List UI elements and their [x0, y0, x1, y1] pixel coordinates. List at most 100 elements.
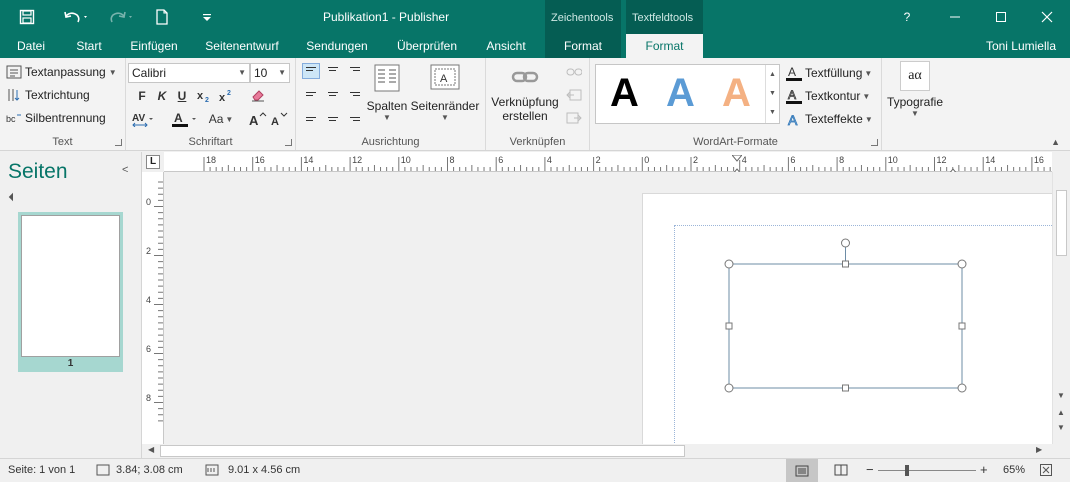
chevron-down-icon[interactable]: ▼ — [278, 64, 286, 82]
silbentrennung-button[interactable]: bc Silbentrennung — [6, 110, 106, 126]
first-line-indent-marker[interactable] — [730, 152, 744, 162]
gallery-up-icon[interactable]: ▲ — [766, 65, 779, 84]
next-page-icon[interactable]: ▼ — [1057, 423, 1065, 432]
underline-button[interactable]: U — [172, 87, 192, 105]
new-document-icon[interactable] — [150, 0, 174, 34]
font-size-combo[interactable]: 10 ▼ — [250, 63, 290, 83]
tab-ansicht[interactable]: Ansicht — [478, 34, 534, 58]
tab-seitenentwurf[interactable]: Seitenentwurf — [198, 34, 286, 58]
clear-formatting-icon[interactable] — [248, 86, 268, 104]
dialog-launcher-icon[interactable] — [871, 139, 878, 146]
align-middle-center-button[interactable] — [324, 86, 342, 102]
dialog-launcher-icon[interactable] — [115, 139, 122, 146]
user-name[interactable]: Toni Lumiella — [986, 34, 1056, 58]
close-icon[interactable] — [1024, 0, 1070, 34]
wordart-style-orange[interactable]: A — [722, 71, 751, 116]
collapse-ribbon-icon[interactable]: ▲ — [1051, 137, 1060, 147]
scroll-left-icon[interactable]: ◀ — [148, 445, 154, 454]
align-middle-right-button[interactable] — [346, 86, 364, 102]
ruler-corner[interactable]: L — [142, 152, 164, 172]
section-collapse-icon[interactable] — [8, 192, 18, 202]
wordart-style-black[interactable]: A — [610, 71, 639, 116]
help-button[interactable]: ? — [884, 0, 930, 34]
redo-icon[interactable] — [104, 0, 140, 34]
align-top-left-button[interactable] — [302, 63, 320, 79]
two-page-view-icon[interactable] — [834, 464, 848, 479]
selected-text-box[interactable] — [723, 238, 983, 408]
page-thumbnail[interactable]: 1 — [18, 212, 123, 372]
change-case-button[interactable]: Aa ▼ — [204, 110, 238, 128]
align-bottom-center-button[interactable] — [324, 109, 342, 125]
align-bottom-left-button[interactable] — [302, 109, 320, 125]
object-size-value[interactable]: 9.01 x 4.56 cm — [228, 464, 300, 476]
wordart-style-blue[interactable]: A — [666, 71, 695, 116]
next-link-icon[interactable] — [564, 109, 584, 127]
horizontal-scroll-thumb[interactable] — [160, 445, 685, 457]
fit-page-icon[interactable] — [1040, 464, 1052, 479]
horizontal-scrollbar[interactable]: ◀ ▶ — [142, 444, 1052, 458]
shrink-font-icon[interactable]: A — [270, 110, 290, 128]
scroll-right-icon[interactable]: ▶ — [1036, 445, 1042, 454]
chevron-down-icon[interactable]: ▼ — [238, 64, 246, 82]
tab-einfuegen[interactable]: Einfügen — [124, 34, 184, 58]
previous-link-icon[interactable] — [564, 86, 584, 104]
page-indicator[interactable]: Seite: 1 von 1 — [8, 464, 75, 476]
align-top-right-button[interactable] — [346, 63, 364, 79]
customize-qat-icon[interactable] — [198, 0, 216, 34]
font-name-combo[interactable]: Calibri ▼ — [128, 63, 250, 83]
vertical-ruler[interactable]: 0 2 4 6 8 — [142, 172, 164, 444]
tab-format-zeichentools[interactable]: Format — [545, 34, 621, 58]
zoom-level[interactable]: 65% — [1003, 464, 1025, 476]
save-icon[interactable] — [12, 0, 42, 34]
grow-font-icon[interactable]: A — [248, 110, 268, 128]
left-indent-marker[interactable] — [730, 164, 744, 176]
textkontur-button[interactable]: A Textkontur ▼ — [786, 88, 870, 104]
minimize-icon[interactable] — [932, 0, 978, 34]
maximize-icon[interactable] — [978, 0, 1024, 34]
align-bottom-right-button[interactable] — [346, 109, 364, 125]
textrichtung-button[interactable]: Textrichtung — [6, 87, 90, 103]
textanpassung-button[interactable]: Textanpassung ▼ — [6, 64, 117, 80]
undo-icon[interactable] — [58, 0, 94, 34]
tab-selector-icon[interactable]: L — [146, 155, 160, 169]
scroll-down-icon[interactable]: ▼ — [1057, 391, 1065, 400]
zoom-slider-thumb[interactable] — [905, 465, 909, 476]
document-workspace[interactable] — [164, 172, 1052, 444]
spalten-button[interactable]: Spalten ▼ — [367, 64, 407, 130]
superscript-icon[interactable]: x2 — [216, 87, 236, 105]
verknuepfung-erstellen-button[interactable]: Verknüpfung erstellen — [488, 68, 562, 123]
tab-datei[interactable]: Datei — [10, 34, 52, 58]
break-link-icon[interactable] — [564, 63, 584, 81]
horizontal-ruler[interactable]: 18 16 14 12 10 8 6 4 2 0 2 4 6 8 10 12 14 16 — [164, 152, 1052, 176]
bold-button[interactable]: F — [132, 87, 152, 105]
tab-ueberpruefen[interactable]: Überprüfen — [388, 34, 466, 58]
seitenraender-button[interactable]: A Seitenränder ▼ — [410, 64, 480, 130]
font-color-icon[interactable]: A — [170, 110, 200, 128]
previous-page-icon[interactable]: ▲ — [1057, 408, 1065, 417]
wordart-gallery[interactable]: A A A ▲ ▼ ▼ — [595, 64, 780, 124]
textfuellung-button[interactable]: A Textfüllung ▼ — [786, 65, 872, 81]
align-top-center-button[interactable] — [324, 63, 342, 79]
right-indent-marker[interactable] — [946, 164, 960, 176]
single-page-view-icon[interactable] — [786, 459, 818, 482]
gallery-more-icon[interactable]: ▼ — [766, 103, 779, 122]
object-position-value[interactable]: 3.84; 3.08 cm — [116, 464, 183, 476]
tab-sendungen[interactable]: Sendungen — [300, 34, 374, 58]
zoom-slider-track[interactable] — [878, 470, 976, 471]
zoom-out-icon[interactable]: − — [866, 462, 874, 477]
typografie-button[interactable]: aα Typografie ▼ — [884, 61, 946, 118]
page-canvas[interactable] — [642, 193, 1052, 444]
tab-format-textfeldtools[interactable]: Format — [626, 34, 703, 59]
vertical-scrollbar[interactable]: ▼ ▲ ▼ — [1052, 172, 1070, 444]
vertical-scroll-thumb[interactable] — [1056, 190, 1067, 256]
gallery-down-icon[interactable]: ▼ — [766, 84, 779, 103]
subscript-icon[interactable]: x2 — [194, 87, 214, 105]
align-middle-left-button[interactable] — [302, 86, 320, 102]
texteffekte-button[interactable]: A Texteffekte ▼ — [786, 111, 873, 129]
collapse-pane-icon[interactable]: < — [122, 164, 128, 176]
dialog-launcher-icon[interactable] — [285, 139, 292, 146]
character-spacing-icon[interactable]: AV — [130, 110, 156, 128]
tab-start[interactable]: Start — [68, 34, 110, 58]
italic-button[interactable]: K — [152, 87, 172, 105]
zoom-in-icon[interactable]: + — [980, 462, 988, 477]
